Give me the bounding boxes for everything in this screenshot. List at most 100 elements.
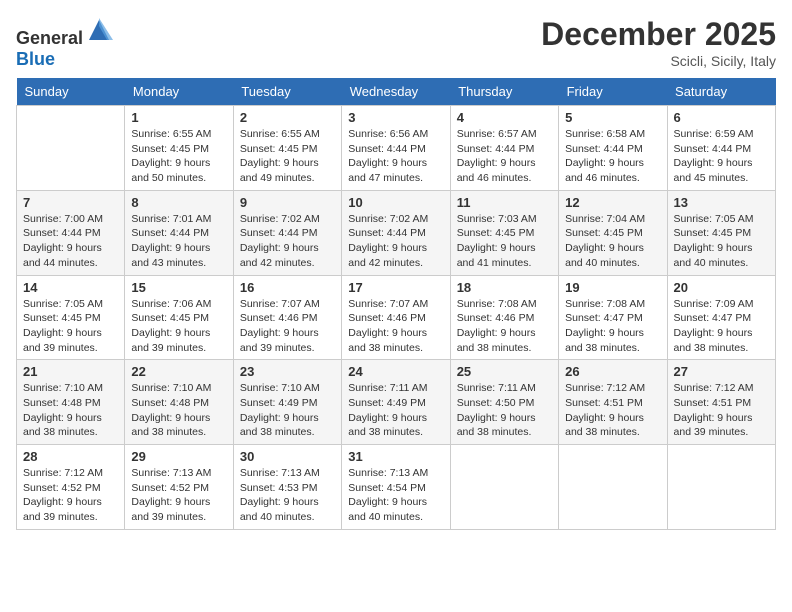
calendar-cell: 1 Sunrise: 6:55 AM Sunset: 4:45 PM Dayli… xyxy=(125,106,233,191)
daylight-hours: Daylight: 9 hours and 39 minutes. xyxy=(131,496,210,523)
sunrise-time: Sunrise: 7:03 AM xyxy=(457,213,537,225)
daylight-hours: Daylight: 9 hours and 38 minutes. xyxy=(457,327,536,354)
sunrise-time: Sunrise: 7:13 AM xyxy=(131,467,211,479)
sunrise-time: Sunrise: 7:00 AM xyxy=(23,213,103,225)
weekday-header-thursday: Thursday xyxy=(450,78,558,106)
sunrise-time: Sunrise: 7:05 AM xyxy=(23,298,103,310)
sunset-time: Sunset: 4:44 PM xyxy=(23,227,101,239)
sunset-time: Sunset: 4:51 PM xyxy=(565,397,643,409)
calendar-week-row: 28 Sunrise: 7:12 AM Sunset: 4:52 PM Dayl… xyxy=(17,445,776,530)
day-number: 14 xyxy=(23,280,118,295)
day-info: Sunrise: 6:58 AM Sunset: 4:44 PM Dayligh… xyxy=(565,127,660,186)
daylight-hours: Daylight: 9 hours and 45 minutes. xyxy=(674,157,753,184)
sunset-time: Sunset: 4:49 PM xyxy=(348,397,426,409)
daylight-hours: Daylight: 9 hours and 38 minutes. xyxy=(23,412,102,439)
day-number: 13 xyxy=(674,195,769,210)
sunset-time: Sunset: 4:51 PM xyxy=(674,397,752,409)
day-info: Sunrise: 7:05 AM Sunset: 4:45 PM Dayligh… xyxy=(674,212,769,271)
day-info: Sunrise: 7:13 AM Sunset: 4:54 PM Dayligh… xyxy=(348,466,443,525)
calendar-cell xyxy=(450,445,558,530)
sunrise-time: Sunrise: 7:11 AM xyxy=(457,382,536,394)
weekday-header-wednesday: Wednesday xyxy=(342,78,450,106)
sunset-time: Sunset: 4:49 PM xyxy=(240,397,318,409)
daylight-hours: Daylight: 9 hours and 39 minutes. xyxy=(674,412,753,439)
daylight-hours: Daylight: 9 hours and 46 minutes. xyxy=(565,157,644,184)
calendar-cell: 11 Sunrise: 7:03 AM Sunset: 4:45 PM Dayl… xyxy=(450,190,558,275)
daylight-hours: Daylight: 9 hours and 49 minutes. xyxy=(240,157,319,184)
sunset-time: Sunset: 4:52 PM xyxy=(131,482,209,494)
day-number: 26 xyxy=(565,364,660,379)
day-number: 28 xyxy=(23,449,118,464)
calendar-week-row: 21 Sunrise: 7:10 AM Sunset: 4:48 PM Dayl… xyxy=(17,360,776,445)
calendar-cell: 15 Sunrise: 7:06 AM Sunset: 4:45 PM Dayl… xyxy=(125,275,233,360)
day-info: Sunrise: 7:02 AM Sunset: 4:44 PM Dayligh… xyxy=(240,212,335,271)
day-number: 30 xyxy=(240,449,335,464)
daylight-hours: Daylight: 9 hours and 38 minutes. xyxy=(348,412,427,439)
sunrise-time: Sunrise: 7:10 AM xyxy=(131,382,211,394)
daylight-hours: Daylight: 9 hours and 47 minutes. xyxy=(348,157,427,184)
logo-icon xyxy=(85,16,113,44)
daylight-hours: Daylight: 9 hours and 39 minutes. xyxy=(240,327,319,354)
sunset-time: Sunset: 4:44 PM xyxy=(348,143,426,155)
day-number: 21 xyxy=(23,364,118,379)
sunset-time: Sunset: 4:47 PM xyxy=(674,312,752,324)
sunset-time: Sunset: 4:45 PM xyxy=(240,143,318,155)
daylight-hours: Daylight: 9 hours and 39 minutes. xyxy=(23,496,102,523)
calendar-cell: 31 Sunrise: 7:13 AM Sunset: 4:54 PM Dayl… xyxy=(342,445,450,530)
sunrise-time: Sunrise: 6:59 AM xyxy=(674,128,754,140)
sunrise-time: Sunrise: 7:05 AM xyxy=(674,213,754,225)
day-number: 17 xyxy=(348,280,443,295)
day-info: Sunrise: 7:12 AM Sunset: 4:51 PM Dayligh… xyxy=(674,381,769,440)
day-info: Sunrise: 6:55 AM Sunset: 4:45 PM Dayligh… xyxy=(131,127,226,186)
sunrise-time: Sunrise: 6:55 AM xyxy=(131,128,211,140)
day-info: Sunrise: 7:05 AM Sunset: 4:45 PM Dayligh… xyxy=(23,297,118,356)
day-number: 31 xyxy=(348,449,443,464)
calendar-cell: 10 Sunrise: 7:02 AM Sunset: 4:44 PM Dayl… xyxy=(342,190,450,275)
sunset-time: Sunset: 4:44 PM xyxy=(348,227,426,239)
sunrise-time: Sunrise: 7:08 AM xyxy=(565,298,645,310)
day-info: Sunrise: 7:08 AM Sunset: 4:47 PM Dayligh… xyxy=(565,297,660,356)
day-info: Sunrise: 7:03 AM Sunset: 4:45 PM Dayligh… xyxy=(457,212,552,271)
sunrise-time: Sunrise: 7:12 AM xyxy=(565,382,645,394)
daylight-hours: Daylight: 9 hours and 44 minutes. xyxy=(23,242,102,269)
sunset-time: Sunset: 4:53 PM xyxy=(240,482,318,494)
day-info: Sunrise: 6:59 AM Sunset: 4:44 PM Dayligh… xyxy=(674,127,769,186)
day-info: Sunrise: 7:11 AM Sunset: 4:49 PM Dayligh… xyxy=(348,381,443,440)
daylight-hours: Daylight: 9 hours and 42 minutes. xyxy=(240,242,319,269)
day-info: Sunrise: 7:07 AM Sunset: 4:46 PM Dayligh… xyxy=(240,297,335,356)
calendar-cell: 25 Sunrise: 7:11 AM Sunset: 4:50 PM Dayl… xyxy=(450,360,558,445)
day-info: Sunrise: 7:01 AM Sunset: 4:44 PM Dayligh… xyxy=(131,212,226,271)
daylight-hours: Daylight: 9 hours and 39 minutes. xyxy=(23,327,102,354)
daylight-hours: Daylight: 9 hours and 40 minutes. xyxy=(348,496,427,523)
calendar-cell xyxy=(559,445,667,530)
daylight-hours: Daylight: 9 hours and 42 minutes. xyxy=(348,242,427,269)
sunrise-time: Sunrise: 7:13 AM xyxy=(240,467,320,479)
day-number: 22 xyxy=(131,364,226,379)
page-header: General Blue December 2025 Scicli, Sicil… xyxy=(16,16,776,70)
day-info: Sunrise: 6:55 AM Sunset: 4:45 PM Dayligh… xyxy=(240,127,335,186)
day-number: 29 xyxy=(131,449,226,464)
day-info: Sunrise: 7:09 AM Sunset: 4:47 PM Dayligh… xyxy=(674,297,769,356)
calendar-cell: 19 Sunrise: 7:08 AM Sunset: 4:47 PM Dayl… xyxy=(559,275,667,360)
sunrise-time: Sunrise: 7:10 AM xyxy=(23,382,103,394)
calendar-cell: 16 Sunrise: 7:07 AM Sunset: 4:46 PM Dayl… xyxy=(233,275,341,360)
logo: General Blue xyxy=(16,16,113,70)
weekday-header-friday: Friday xyxy=(559,78,667,106)
calendar-week-row: 7 Sunrise: 7:00 AM Sunset: 4:44 PM Dayli… xyxy=(17,190,776,275)
day-info: Sunrise: 7:12 AM Sunset: 4:52 PM Dayligh… xyxy=(23,466,118,525)
weekday-header-tuesday: Tuesday xyxy=(233,78,341,106)
calendar-week-row: 1 Sunrise: 6:55 AM Sunset: 4:45 PM Dayli… xyxy=(17,106,776,191)
calendar-cell: 5 Sunrise: 6:58 AM Sunset: 4:44 PM Dayli… xyxy=(559,106,667,191)
calendar-cell: 13 Sunrise: 7:05 AM Sunset: 4:45 PM Dayl… xyxy=(667,190,775,275)
sunrise-time: Sunrise: 6:56 AM xyxy=(348,128,428,140)
day-number: 12 xyxy=(565,195,660,210)
sunset-time: Sunset: 4:44 PM xyxy=(131,227,209,239)
sunrise-time: Sunrise: 7:06 AM xyxy=(131,298,211,310)
calendar-cell: 9 Sunrise: 7:02 AM Sunset: 4:44 PM Dayli… xyxy=(233,190,341,275)
daylight-hours: Daylight: 9 hours and 40 minutes. xyxy=(674,242,753,269)
sunset-time: Sunset: 4:44 PM xyxy=(457,143,535,155)
calendar-cell: 17 Sunrise: 7:07 AM Sunset: 4:46 PM Dayl… xyxy=(342,275,450,360)
weekday-header-saturday: Saturday xyxy=(667,78,775,106)
daylight-hours: Daylight: 9 hours and 38 minutes. xyxy=(565,412,644,439)
calendar-cell: 21 Sunrise: 7:10 AM Sunset: 4:48 PM Dayl… xyxy=(17,360,125,445)
